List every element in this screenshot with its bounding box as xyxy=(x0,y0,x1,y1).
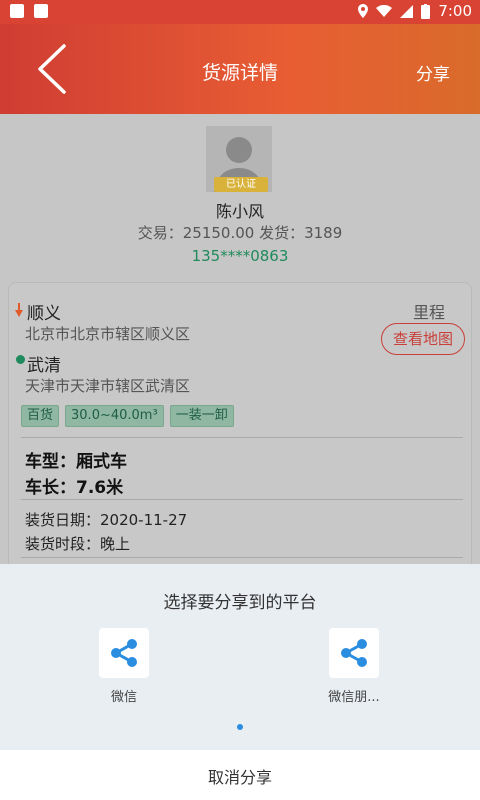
page-title: 货源详情 xyxy=(201,62,278,84)
verified-badge: 已认证 xyxy=(214,177,268,192)
tag-cargo-type: 百货 xyxy=(21,405,60,427)
mileage-label: 里程 xyxy=(412,303,445,322)
loading-time-slot: 装货时段：晚上 xyxy=(25,535,131,553)
share-moments-label: 微信朋... xyxy=(328,690,380,705)
page-indicator-dot xyxy=(237,724,243,730)
share-button[interactable]: 分享 xyxy=(416,60,450,85)
share-prompt: 选择要分享到的平台 xyxy=(163,593,317,613)
share-wechat-button[interactable]: 微信 xyxy=(84,628,164,705)
font-notification-icon xyxy=(34,4,48,18)
destination-dot-icon xyxy=(16,355,25,364)
shipper-stats: 交易：25150.00 发货：3189 xyxy=(137,224,343,242)
app-header: 货源详情 分享 xyxy=(0,24,480,114)
share-wechat-label: 微信 xyxy=(110,690,137,705)
tag-load-mode: 一装一卸 xyxy=(169,405,234,427)
share-moments-button[interactable]: 微信朋... xyxy=(314,628,394,705)
route-card: 顺义 北京市北京市辖区顺义区 武清 天津市天津市辖区武清区 里程 查看地图 百货… xyxy=(8,282,472,572)
down-arrow-icon xyxy=(15,303,23,317)
share-icon xyxy=(329,628,379,678)
cargo-detail-content: 已认证 陈小风 交易：25150.00 发货：3189 135****0863 … xyxy=(0,114,480,572)
status-bar: 7:00 xyxy=(0,0,480,24)
truck-type: 车型：厢式车 xyxy=(25,452,127,472)
destination-city: 武清 xyxy=(27,356,61,376)
origin-address: 北京市北京市辖区顺义区 xyxy=(25,325,191,343)
signal-icon xyxy=(400,4,414,18)
wifi-icon xyxy=(376,5,393,17)
phone-link[interactable]: 135****0863 xyxy=(0,247,480,265)
status-time: 7:00 xyxy=(438,2,472,20)
view-map-button[interactable]: 查看地图 xyxy=(381,323,465,355)
truck-length: 车长：7.6米 xyxy=(25,478,124,498)
destination-address: 天津市天津市辖区武清区 xyxy=(25,377,191,395)
battery-icon xyxy=(421,3,431,19)
divider xyxy=(21,499,463,500)
cancel-bar: 取消分享 xyxy=(0,750,480,800)
cancel-share-button[interactable]: 取消分享 xyxy=(0,764,480,788)
divider xyxy=(21,557,463,558)
shipper-name: 陈小风 xyxy=(215,202,264,221)
loading-date: 装货日期：2020-11-27 xyxy=(25,511,188,529)
divider xyxy=(21,437,463,438)
share-sheet: 选择要分享到的平台 微信 微信朋... xyxy=(0,564,480,750)
origin-city: 顺义 xyxy=(27,304,61,324)
tag-volume: 30.0~40.0m³ xyxy=(65,405,164,427)
location-icon xyxy=(358,4,369,18)
cargo-tags: 百货 30.0~40.0m³ 一装一卸 xyxy=(21,405,234,427)
share-icon xyxy=(99,628,149,678)
image-notification-icon xyxy=(10,4,24,18)
